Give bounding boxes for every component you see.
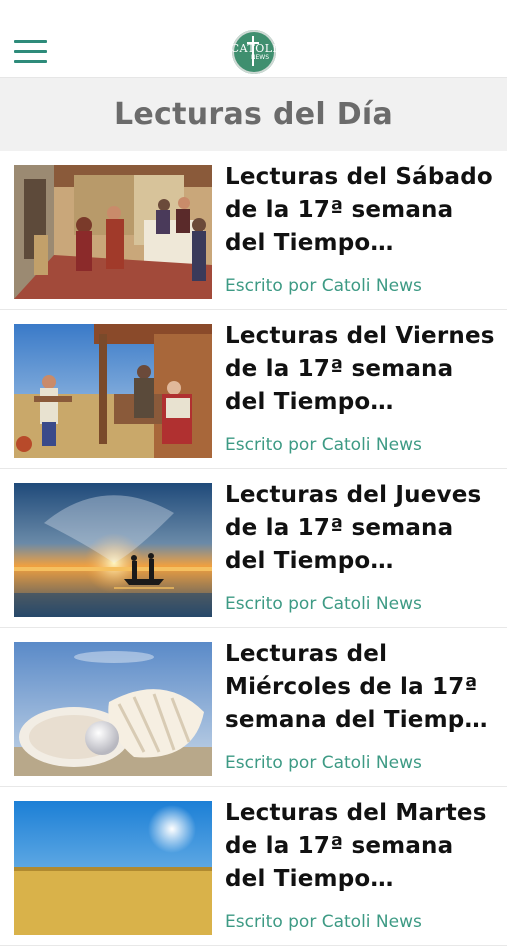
cross-icon [252,36,254,66]
article-title[interactable]: Lecturas del Sábado de la 17ª semana del… [225,161,500,260]
article-title[interactable]: Lecturas del Jueves de la 17ª semana del… [225,479,500,578]
article-item[interactable]: Lecturas del Jueves de la 17ª semana del… [0,469,507,628]
article-author: Escrito por Catoli News [225,912,422,932]
page-title: Lecturas del Día [113,97,394,132]
article-title[interactable]: Lecturas del Miércoles de la 17ª semana … [225,638,500,737]
article-thumbnail[interactable] [14,165,212,299]
article-item[interactable]: Lecturas del Viernes de la 17ª semana de… [0,310,507,469]
article-thumbnail[interactable] [14,642,212,776]
logo-text-top: CATOLI [232,42,276,55]
catoli-news-logo[interactable]: CATOLI NEWS [232,30,276,74]
article-thumbnail[interactable] [14,324,212,458]
article-thumbnail[interactable] [14,801,212,935]
article-title[interactable]: Lecturas del Martes de la 17ª semana del… [225,797,500,896]
article-list: Lecturas del Sábado de la 17ª semana del… [0,151,507,946]
article-title[interactable]: Lecturas del Viernes de la 17ª semana de… [225,320,500,419]
article-item[interactable]: Lecturas del Miércoles de la 17ª semana … [0,628,507,787]
article-author: Escrito por Catoli News [225,435,422,455]
page-title-bar: Lecturas del Día [0,78,507,151]
hamburger-menu-icon[interactable] [14,40,48,66]
article-item[interactable]: Lecturas del Martes de la 17ª semana del… [0,787,507,946]
article-thumbnail[interactable] [14,483,212,617]
article-author: Escrito por Catoli News [225,753,422,773]
top-app-bar: CATOLI NEWS [0,0,507,78]
article-author: Escrito por Catoli News [225,594,422,614]
article-author: Escrito por Catoli News [225,276,422,296]
article-item[interactable]: Lecturas del Sábado de la 17ª semana del… [0,151,507,310]
